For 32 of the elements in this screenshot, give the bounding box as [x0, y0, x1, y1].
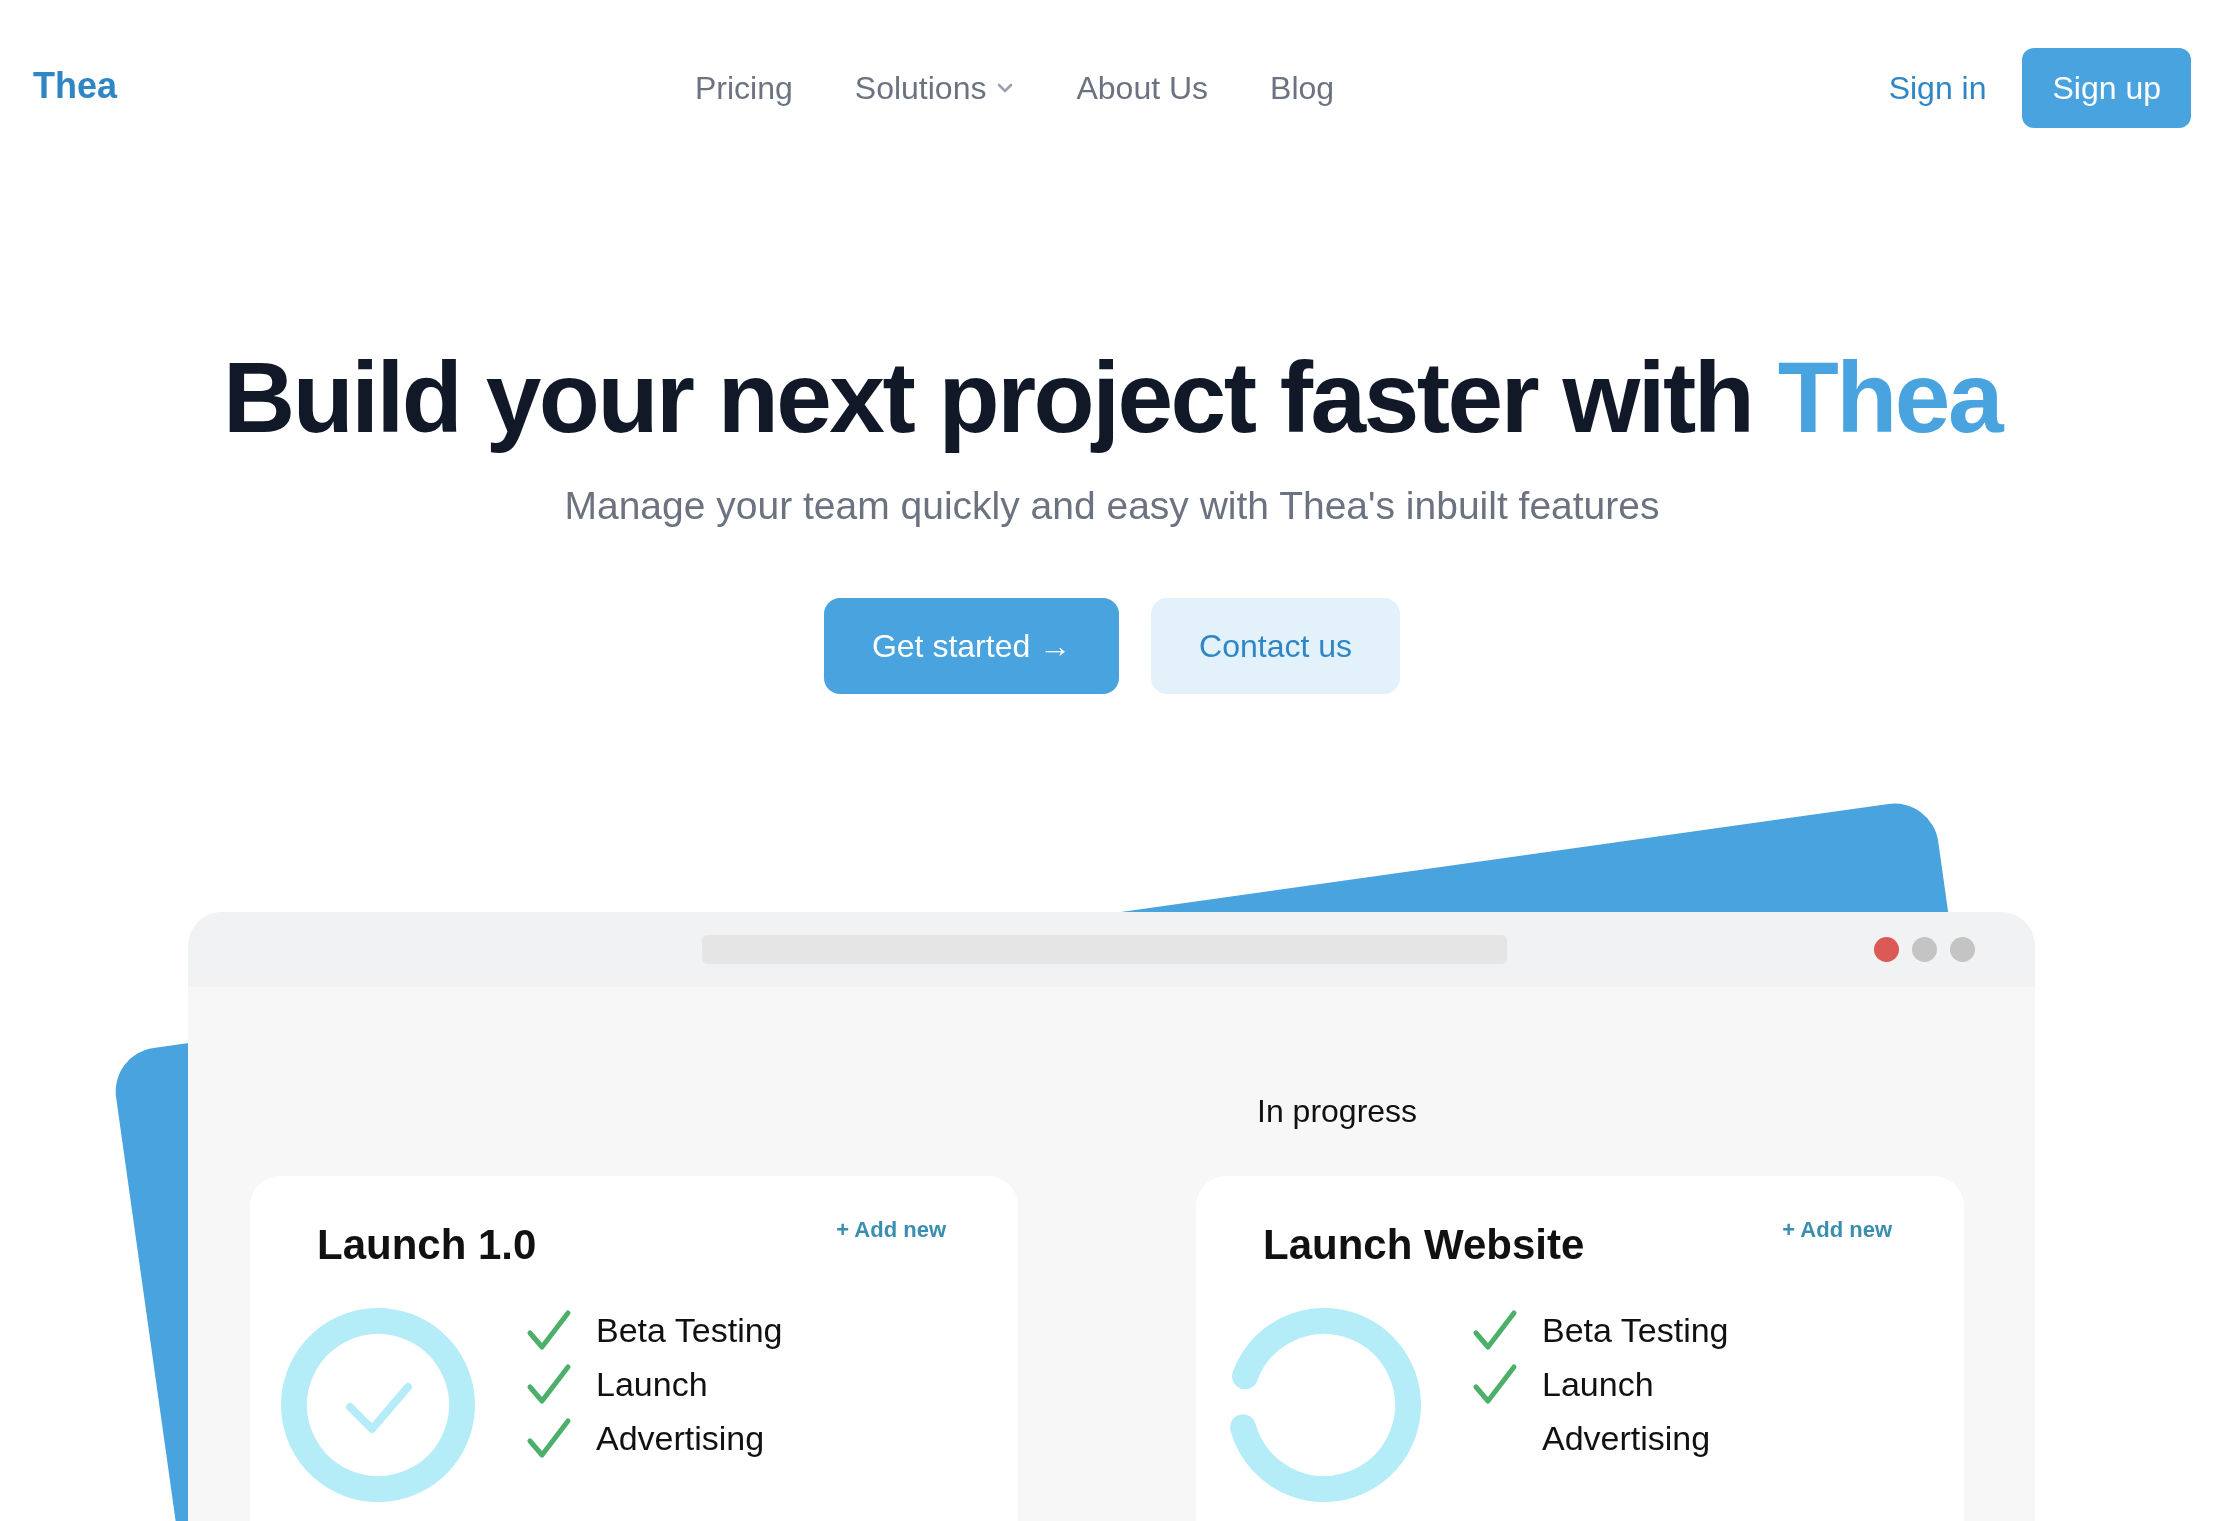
contact-us-button[interactable]: Contact us — [1151, 598, 1401, 694]
check-icon — [1472, 1309, 1518, 1351]
check-icon — [346, 1383, 412, 1433]
nav-link[interactable]: Solutions — [854, 69, 1015, 107]
task-label: Advertising — [1542, 1418, 1711, 1458]
sign-up-button[interactable]: Sign up — [2022, 48, 2191, 128]
check-icon — [526, 1309, 572, 1351]
brand-logo[interactable]: Thea — [33, 65, 633, 107]
hero-subtitle: Manage your team quickly and easy with Thea's inbuilt features — [564, 484, 1660, 528]
task-label: Advertising — [596, 1418, 765, 1458]
window-dot[interactable] — [1950, 937, 1975, 962]
check-icon — [1472, 1363, 1518, 1405]
hero-headline: Build your next project faster with Thea — [222, 342, 2002, 452]
card-title: Launch Website — [1263, 1221, 1585, 1269]
task-label: Launch — [596, 1364, 708, 1404]
nav-link[interactable]: Blog — [1270, 69, 1335, 107]
nav-link[interactable]: About Us — [1076, 69, 1209, 107]
window-dot[interactable] — [1912, 937, 1937, 962]
card-title: Launch 1.0 — [317, 1221, 537, 1269]
chevron-down-icon — [996, 82, 1015, 94]
task-label: Beta Testing — [596, 1310, 783, 1350]
nav-link[interactable]: Pricing — [695, 69, 793, 107]
add-new-link[interactable]: + Add new — [836, 1217, 946, 1243]
sign-in-link[interactable]: Sign in — [1888, 69, 1987, 107]
window-dot[interactable] — [1874, 937, 1899, 962]
task-label: Beta Testing — [1542, 1310, 1729, 1350]
add-new-link[interactable]: + Add new — [1782, 1217, 1892, 1243]
get-started-button[interactable]: Get started → — [823, 598, 1120, 694]
check-icon — [526, 1417, 572, 1459]
column-title: In progress — [1257, 1091, 1419, 1131]
task-label: Launch — [1542, 1364, 1654, 1404]
check-icon — [526, 1363, 572, 1405]
